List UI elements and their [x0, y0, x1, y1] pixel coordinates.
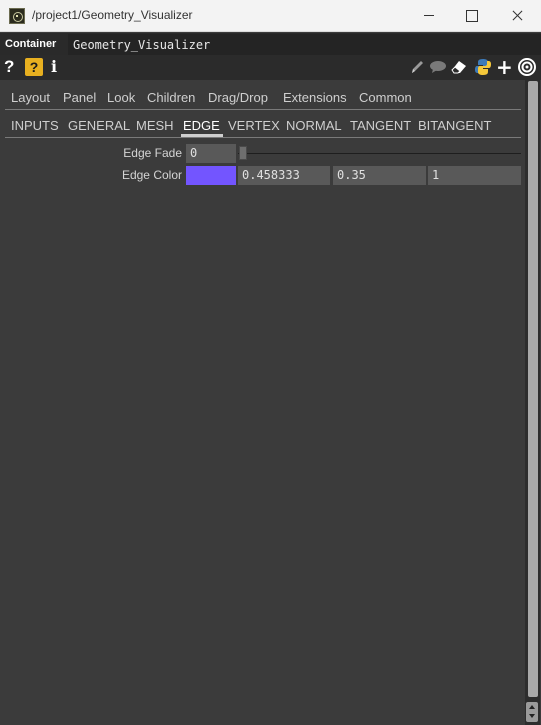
maximize-button[interactable] [449, 0, 495, 32]
scroll-arrows-icon[interactable] [526, 702, 538, 722]
comment-icon[interactable] [429, 57, 447, 77]
app-icon [9, 8, 25, 24]
edge-color-b-field[interactable]: 1 [428, 166, 521, 185]
tab-edge[interactable]: EDGE [181, 118, 223, 137]
custom-tabs: INPUTS GENERAL MESH EDGE VERTEX NORMAL T… [5, 115, 521, 138]
operator-type-label: Container [5, 38, 57, 50]
python-icon[interactable] [474, 57, 492, 77]
help-icon[interactable]: ? [4, 57, 18, 77]
tab-bitangent[interactable]: BITANGENT [418, 118, 491, 133]
edge-fade-label[interactable]: Edge Fade [0, 146, 182, 160]
window-titlebar: /project1/Geometry_Visualizer [0, 0, 541, 32]
tab-drag-drop[interactable]: Drag/Drop [208, 90, 268, 105]
tab-layout[interactable]: Layout [11, 90, 50, 105]
eraser-icon[interactable] [450, 57, 468, 77]
tab-extensions[interactable]: Extensions [283, 90, 347, 105]
scrollbar-thumb[interactable] [528, 81, 538, 697]
operator-header: Container Geometry_Visualizer [0, 33, 541, 55]
page-tabs: Layout Panel Look Children Drag/Drop Ext… [5, 87, 521, 110]
vertical-scrollbar[interactable] [525, 80, 540, 725]
add-icon[interactable]: + [496, 57, 513, 77]
edge-color-g-field[interactable]: 0.35 [333, 166, 426, 185]
tab-tangent[interactable]: TANGENT [350, 118, 411, 133]
tab-panel[interactable]: Panel [63, 90, 96, 105]
edge-fade-slider-track[interactable] [238, 153, 521, 154]
tab-children[interactable]: Children [147, 90, 195, 105]
tab-mesh[interactable]: MESH [136, 118, 174, 133]
tab-inputs[interactable]: INPUTS [11, 118, 59, 133]
target-icon[interactable] [517, 57, 537, 77]
close-button[interactable] [495, 0, 541, 32]
pencil-icon[interactable] [409, 57, 425, 77]
edge-color-r-field[interactable]: 0.458333 [238, 166, 330, 185]
tab-vertex[interactable]: VERTEX [228, 118, 280, 133]
info-icon[interactable]: i [51, 57, 59, 77]
tab-look[interactable]: Look [107, 90, 135, 105]
edge-fade-field[interactable]: 0 [186, 144, 236, 163]
minimize-button[interactable] [404, 0, 450, 32]
parameter-toolbar: ? ? i + [0, 55, 541, 80]
tab-normal[interactable]: NORMAL [286, 118, 342, 133]
tab-general[interactable]: GENERAL [68, 118, 130, 133]
edge-color-label[interactable]: Edge Color [0, 168, 182, 182]
operator-name-field[interactable]: Geometry_Visualizer [68, 34, 541, 55]
edge-fade-slider-handle[interactable] [239, 146, 247, 160]
operator-help-icon[interactable]: ? [25, 58, 43, 76]
edge-color-swatch[interactable] [186, 166, 236, 185]
window-title: /project1/Geometry_Visualizer [32, 8, 193, 22]
tab-common[interactable]: Common [359, 90, 412, 105]
